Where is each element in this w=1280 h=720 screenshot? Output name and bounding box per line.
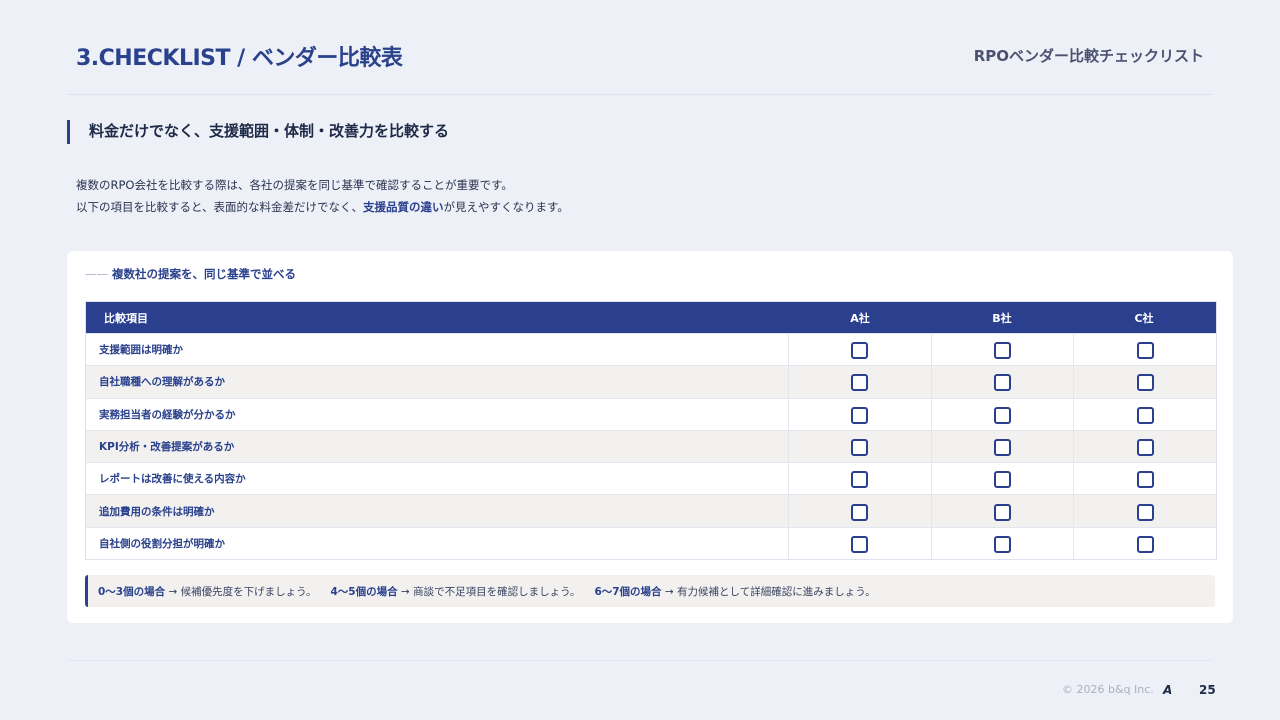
header-vendor-b: B社: [992, 311, 1012, 325]
row-label: KPI分析・改善提案があるか: [99, 441, 235, 454]
row-label: 支援範囲は明確か: [99, 344, 183, 357]
card-label-text: 複数社の提案を、同じ基準で並べる: [112, 267, 296, 281]
checkbox-empty-icon[interactable]: [851, 406, 869, 424]
checkbox-empty-icon[interactable]: [851, 374, 869, 392]
note-text-2: → 商談で不足項目を確認しましょう。: [397, 585, 581, 598]
note-key-2: 4〜5個の場合: [330, 585, 398, 598]
vendor-b-cell: [930, 463, 1074, 495]
vendor-a-cell: [787, 398, 931, 430]
vendor-b-cell: [930, 398, 1074, 430]
table-row: 自社職種への理解があるか: [86, 365, 1216, 398]
row-label: 自社職種への理解があるか: [99, 376, 225, 389]
checkbox-empty-icon[interactable]: [993, 374, 1011, 392]
vendor-b-cell: [930, 366, 1074, 398]
vendor-c-cell: [1073, 366, 1216, 398]
header-item: 比較項目: [104, 311, 148, 325]
header-divider: [67, 94, 1213, 95]
comparison-table: 比較項目 A社 B社 C社 支援範囲は明確か自社職種への理解があるか 実務担当者の…: [85, 301, 1217, 561]
intro-line-1: 複数のRPO会社を比較する際は、各社の提案を同じ基準で確認することが重要です。: [76, 178, 513, 192]
checkbox-empty-icon[interactable]: [993, 439, 1011, 457]
note-key-1: 0〜3個の場合: [98, 585, 166, 598]
footer-divider: [67, 660, 1213, 661]
scoring-note: 0〜3個の場合 → 候補優先度を下げましょう。 4〜5個の場合 → 商談で不足項…: [85, 575, 1215, 607]
header-vendor-c: C社: [1134, 311, 1154, 325]
vendor-b-cell: [930, 527, 1074, 560]
vendor-c-cell: [1073, 463, 1216, 495]
table-row: レポートは改善に使える内容か: [86, 462, 1216, 495]
page-number: 25: [1199, 683, 1216, 697]
card-label: —— 複数社の提案を、同じ基準で並べる: [85, 266, 296, 282]
note-segment-1: 0〜3個の場合 → 候補優先度を下げましょう。: [98, 584, 316, 599]
checkbox-empty-icon[interactable]: [1136, 471, 1154, 489]
vendor-a-cell: [787, 495, 931, 527]
vendor-c-cell: [1073, 334, 1216, 366]
checkbox-empty-icon[interactable]: [1136, 406, 1154, 424]
checkbox-empty-icon[interactable]: [993, 471, 1011, 489]
row-label: レポートは改善に使える内容か: [99, 473, 246, 486]
checkbox-empty-icon[interactable]: [993, 503, 1011, 521]
table-row: KPI分析・改善提案があるか: [86, 429, 1216, 463]
vendor-c-cell: [1073, 430, 1216, 463]
vendor-b-cell: [930, 334, 1074, 366]
intro-line-2: 以下の項目を比較すると、表面的な料金差だけでなく、支援品質の違いが見えやすくなり…: [76, 196, 569, 218]
vendor-b-cell: [930, 430, 1074, 463]
checkbox-empty-icon[interactable]: [851, 439, 869, 457]
row-label: 自社側の役割分担が明確か: [99, 537, 225, 550]
checkbox-empty-icon[interactable]: [1136, 535, 1154, 553]
note-key-3: 6〜7個の場合: [594, 585, 662, 598]
comparison-card: —— 複数社の提案を、同じ基準で並べる 比較項目 A社 B社 C社 支援範囲は明確…: [67, 251, 1233, 623]
checkbox-empty-icon[interactable]: [1136, 342, 1154, 360]
checkbox-empty-icon[interactable]: [1136, 439, 1154, 457]
table-row: 追加費用の条件は明確か: [86, 494, 1216, 527]
vendor-c-cell: [1073, 527, 1216, 560]
intro-line-2-post: が見えやすくなります。: [443, 200, 569, 214]
checkbox-empty-icon[interactable]: [851, 503, 869, 521]
row-label: 実務担当者の経験が分かるか: [99, 408, 236, 421]
checkbox-empty-icon[interactable]: [851, 535, 869, 553]
table-row: 支援範囲は明確か: [86, 333, 1216, 366]
table-row: 実務担当者の経験が分かるか: [86, 397, 1216, 430]
table-row: 自社側の役割分担が明確か: [86, 526, 1216, 560]
intro-emphasis: 支援品質の違い: [363, 200, 444, 214]
checkbox-empty-icon[interactable]: [993, 535, 1011, 553]
card-label-dash: ——: [85, 267, 108, 281]
vendor-c-cell: [1073, 398, 1216, 430]
section-heading: 料金だけでなく、支援範囲・体制・改善力を比較する: [67, 120, 449, 144]
vendor-a-cell: [787, 334, 931, 366]
copyright: © 2026 b&q Inc.: [1062, 683, 1154, 696]
checkbox-empty-icon[interactable]: [1136, 503, 1154, 521]
checkbox-empty-icon[interactable]: [993, 342, 1011, 360]
checkbox-empty-icon[interactable]: [851, 342, 869, 360]
table-header: 比較項目 A社 B社 C社: [86, 302, 1216, 333]
document-subtitle: RPOベンダー比較チェックリスト: [973, 47, 1204, 65]
note-segment-3: 6〜7個の場合 → 有力候補として詳細確認に進みましょう。: [594, 584, 875, 599]
vendor-a-cell: [787, 527, 931, 560]
checkbox-empty-icon[interactable]: [851, 471, 869, 489]
vendor-b-cell: [930, 495, 1074, 527]
vendor-a-cell: [787, 430, 931, 463]
note-text-1: → 候補優先度を下げましょう。: [165, 585, 317, 598]
note-text-3: → 有力候補として詳細確認に進みましょう。: [661, 585, 876, 598]
vendor-c-cell: [1073, 495, 1216, 527]
brand-logo-icon: A: [1163, 683, 1173, 697]
vendor-a-cell: [787, 463, 931, 495]
checkbox-empty-icon[interactable]: [993, 406, 1011, 424]
row-label: 追加費用の条件は明確か: [99, 505, 215, 518]
vendor-a-cell: [787, 366, 931, 398]
header-vendor-a: A社: [850, 311, 870, 325]
note-segment-2: 4〜5個の場合 → 商談で不足項目を確認しましょう。: [330, 584, 580, 599]
table-body: 支援範囲は明確か自社職種への理解があるか 実務担当者の経験が分かるか KPI分析・改…: [86, 333, 1216, 560]
intro-text: 複数のRPO会社を比較する際は、各社の提案を同じ基準で確認することが重要です。 …: [76, 174, 569, 218]
page-title: 3.CHECKLIST / ベンダー比較表: [76, 46, 403, 71]
intro-line-2-pre: 以下の項目を比較すると、表面的な料金差だけでなく、: [76, 200, 364, 214]
checkbox-empty-icon[interactable]: [1136, 374, 1154, 392]
